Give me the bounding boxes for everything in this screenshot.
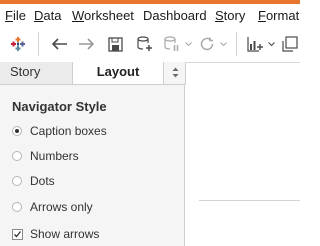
toolbar [0,26,300,63]
option-arrows-only[interactable]: Arrows only [12,199,93,215]
canvas-divider [199,200,300,201]
navigator-style-heading: Navigator Style [12,99,107,114]
show-arrows-label: Show arrows [30,227,100,241]
forward-arrow-icon[interactable] [76,32,98,56]
option-label: Dots [30,174,55,188]
option-dots[interactable]: Dots [12,173,55,189]
back-arrow-icon[interactable] [48,32,70,56]
tab-layout[interactable]: Layout [72,62,164,84]
duplicate-icon[interactable] [281,32,300,56]
side-panel-tabs: Story Layout [0,62,186,85]
pause-dropdown-chevron-icon[interactable] [183,32,193,56]
new-worksheet-icon[interactable] [244,32,266,56]
option-label: Caption boxes [30,124,107,138]
toolbar-separator [38,32,39,56]
checkbox-checked-icon[interactable] [12,228,23,240]
radio-unselected-icon[interactable] [12,176,22,186]
radio-unselected-icon[interactable] [12,151,22,161]
toolbar-separator [236,32,237,56]
option-label: Arrows only [30,200,93,214]
new-datasource-icon[interactable] [133,32,157,56]
show-arrows-checkbox[interactable]: Show arrows [12,226,99,242]
option-numbers[interactable]: Numbers [12,148,79,164]
pause-datasource-icon[interactable] [161,32,183,56]
radio-selected-icon[interactable] [12,126,22,136]
menu-story[interactable]: Story [215,9,245,23]
chevron-updown-icon[interactable] [165,62,185,84]
refresh-dropdown-chevron-icon[interactable] [218,32,228,56]
option-caption-boxes[interactable]: Caption boxes [12,123,107,139]
worksheet-dropdown-chevron-icon[interactable] [266,32,276,56]
option-label: Numbers [30,149,79,163]
menu-bar: File Data Worksheet Dashboard Story Form… [0,4,300,26]
tableau-logo-icon[interactable] [6,32,30,56]
menu-worksheet[interactable]: Worksheet [72,9,134,23]
save-icon[interactable] [104,32,126,56]
menu-format[interactable]: Format [258,9,299,23]
menu-dashboard[interactable]: Dashboard [143,9,207,23]
radio-unselected-icon[interactable] [12,202,22,212]
tab-story[interactable]: Story [0,62,72,84]
refresh-icon[interactable] [196,32,218,56]
layout-panel: Navigator Style Caption boxes Numbers Do… [0,85,185,246]
menu-data[interactable]: Data [34,9,61,23]
menu-file[interactable]: File [5,9,26,23]
